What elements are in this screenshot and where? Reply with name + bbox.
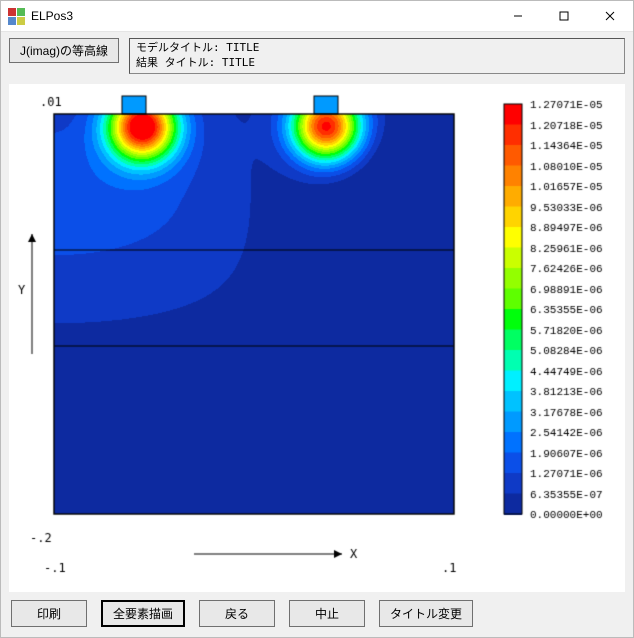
close-button[interactable] <box>587 1 633 31</box>
minimize-button[interactable] <box>495 1 541 31</box>
result-title-line: 結果 タイトル: TITLE <box>136 56 618 71</box>
contour-button[interactable]: J(imag)の等高線 <box>9 38 119 63</box>
draw-all-button[interactable]: 全要素描画 <box>101 600 185 627</box>
maximize-button[interactable] <box>541 1 587 31</box>
back-button[interactable]: 戻る <box>199 600 275 627</box>
model-info-box: モデルタイトル: TITLE 結果 タイトル: TITLE <box>129 38 625 74</box>
title-change-button[interactable]: タイトル変更 <box>379 600 473 627</box>
titlebar: ELPos3 <box>1 1 633 32</box>
window-title: ELPos3 <box>31 9 495 23</box>
print-button[interactable]: 印刷 <box>11 600 87 627</box>
stop-button[interactable]: 中止 <box>289 600 365 627</box>
top-toolbar: J(imag)の等高線 モデルタイトル: TITLE 結果 タイトル: TITL… <box>1 32 633 80</box>
bottom-toolbar: 印刷 全要素描画 戻る 中止 タイトル変更 <box>1 592 633 637</box>
app-icon <box>7 7 25 25</box>
contour-canvas <box>9 84 621 592</box>
model-title-line: モデルタイトル: TITLE <box>136 41 618 56</box>
window: ELPos3 J(imag)の等高線 モデルタイトル: TITLE 結果 タイト… <box>0 0 634 638</box>
plot-area <box>9 84 625 592</box>
